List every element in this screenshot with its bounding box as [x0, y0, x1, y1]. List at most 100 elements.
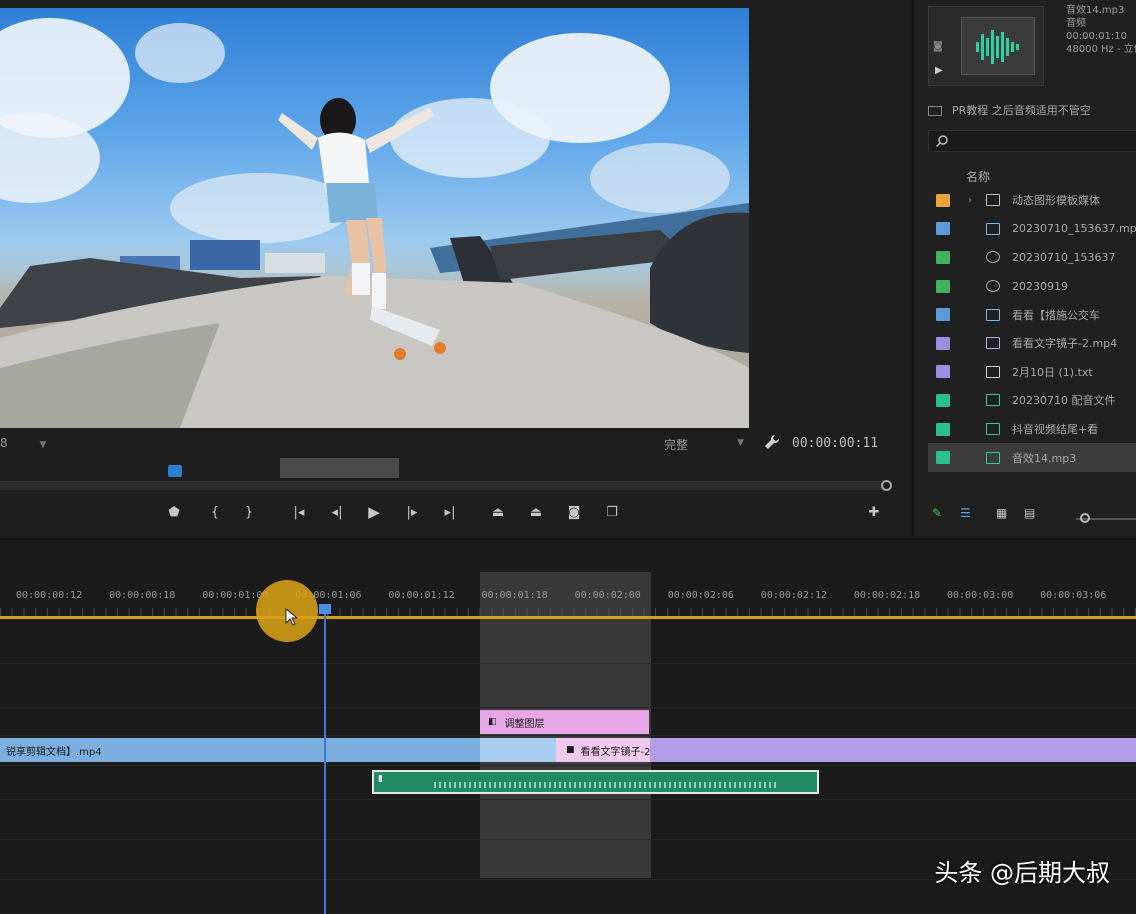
- thumbnail-zoom-knob[interactable]: [1080, 513, 1090, 523]
- label-color-swatch[interactable]: [936, 222, 950, 236]
- program-monitor: 8 ▼ 完整 ▼ 00:00:00:11 ⬟ { } |◂ ◂| ▶ |▸ ▸|…: [0, 0, 910, 536]
- extract-button[interactable]: ⏏: [525, 500, 547, 524]
- project-item[interactable]: 看看【措施公交车: [928, 300, 1136, 329]
- comparison-view-icon: ❐: [606, 504, 618, 520]
- monitor-playhead[interactable]: [168, 465, 182, 477]
- comparison-view-button[interactable]: ❐: [601, 500, 623, 524]
- clip-video-1-overlap: [480, 738, 556, 762]
- project-item[interactable]: 20230710_153637: [928, 243, 1136, 272]
- clip-video-1[interactable]: 锐享剪辑文档】.mp4: [0, 738, 556, 762]
- wrench-icon[interactable]: [764, 434, 780, 450]
- project-item[interactable]: 抖音视频结尾+看: [928, 415, 1136, 444]
- timeline-playhead-line[interactable]: [324, 610, 326, 914]
- project-item[interactable]: 2月10日 (1).txt: [928, 358, 1136, 387]
- step-forward-button[interactable]: |▸: [401, 500, 423, 524]
- project-panel: ◙ ▶ 音效14.mp3 音频 00:00:01:10 48000 Hz - 立…: [912, 0, 1136, 536]
- program-video-frame: [0, 8, 749, 428]
- project-item-label: 20230710_153637.mp4: [1012, 222, 1136, 236]
- label-color-swatch[interactable]: [936, 336, 950, 350]
- ruler-tick-label: 00:00:01:18: [481, 590, 548, 601]
- label-color-swatch[interactable]: [936, 365, 950, 379]
- label-color-swatch[interactable]: [936, 422, 950, 436]
- label-color-swatch[interactable]: [936, 250, 950, 264]
- icon-view-icon[interactable]: ▦: [996, 506, 1007, 520]
- bin-path-label: PR教程 之后音频适用不管空: [952, 104, 1091, 117]
- search-icon: [935, 135, 948, 148]
- clip-video-2-label: 看看文字镜子-2.mp4: [580, 746, 650, 758]
- expand-arrow-icon[interactable]: ›: [962, 195, 978, 206]
- mark-in-button[interactable]: {: [204, 500, 226, 524]
- timeline-playhead-handle[interactable]: [319, 604, 331, 614]
- add-marker-button[interactable]: ⬟: [163, 500, 185, 524]
- ruler-tick-label: 00:00:03:00: [947, 590, 1014, 601]
- watermark-text: 头条 @后期大叔: [934, 859, 1110, 887]
- project-item-label: 2月10日 (1).txt: [1012, 365, 1093, 379]
- go-to-in-icon: |◂: [293, 504, 305, 520]
- clip-audio-sfx[interactable]: ▮: [372, 770, 819, 794]
- mark-out-button[interactable]: }: [238, 500, 260, 524]
- playback-resolution-value: 完整: [664, 438, 689, 452]
- fx-badge-icon: ■: [566, 745, 575, 755]
- clip-icon: [986, 280, 1000, 293]
- marker-icon: ⬟: [168, 504, 180, 520]
- project-item[interactable]: 20230919: [928, 272, 1136, 301]
- video-file-icon: [986, 337, 1000, 350]
- zoom-level-select[interactable]: 8 ▼: [0, 436, 46, 450]
- go-to-out-button[interactable]: ▸|: [439, 500, 461, 524]
- playback-resolution-select[interactable]: 完整 ▼: [664, 436, 748, 453]
- label-color-swatch[interactable]: [936, 393, 950, 407]
- clip-adjustment-layer-label: 调整图层: [504, 718, 545, 730]
- clip-info: 音效14.mp3 音频 00:00:01:10 48000 Hz - 立体声: [1066, 4, 1136, 56]
- go-to-in-button[interactable]: |◂: [288, 500, 310, 524]
- clip-video-2[interactable]: ■ 看看文字镜子-2.mp4: [556, 738, 650, 762]
- label-color-swatch[interactable]: [936, 451, 950, 465]
- lift-button[interactable]: ⏏: [487, 500, 509, 524]
- program-timecode[interactable]: 00:00:00:11: [792, 436, 878, 451]
- clip-preview-thumbnail[interactable]: ◙ ▶: [928, 6, 1044, 86]
- project-search-input[interactable]: [928, 130, 1136, 152]
- ruler-tick-label: 00:00:01:12: [388, 590, 455, 601]
- clip-adjustment-layer[interactable]: ◧ 调整图层: [480, 710, 649, 734]
- audio-file-icon: [986, 451, 1000, 464]
- time-ruler[interactable]: 00:00:00:12 00:00:00:18 00:00:01:00 00:00:0…: [0, 572, 1136, 618]
- play-icon: ▶: [368, 503, 380, 521]
- export-frame-button[interactable]: ◙: [563, 500, 585, 524]
- ruler-tick-label: 00:00:00:12: [16, 590, 83, 601]
- track-a2: [0, 800, 1136, 840]
- zoom-level-value: 8: [0, 436, 8, 450]
- project-item-label: 20230710_153637: [1012, 250, 1116, 264]
- project-item[interactable]: 音效14.mp3: [928, 443, 1136, 472]
- work-area-bar[interactable]: [0, 616, 1136, 619]
- play-button[interactable]: ▶: [363, 500, 385, 524]
- project-toolbar: ✎ ☰ ▦ ▤: [928, 504, 1136, 526]
- scrub-end-handle[interactable]: [881, 480, 892, 491]
- step-back-button[interactable]: ◂|: [326, 500, 348, 524]
- preview-play-icon[interactable]: ▶: [935, 65, 943, 76]
- project-item[interactable]: 20230710_153637.mp4: [928, 215, 1136, 244]
- ruler-ticks: [0, 608, 1136, 616]
- project-item[interactable]: 看看文字镜子-2.mp4: [928, 329, 1136, 358]
- list-view-icon[interactable]: ☰: [960, 506, 971, 520]
- ruler-tick-label: 00:00:02:06: [667, 590, 734, 601]
- pencil-icon[interactable]: ✎: [932, 506, 942, 520]
- project-item[interactable]: 20230710 配音文件: [928, 386, 1136, 415]
- label-color-swatch[interactable]: [936, 193, 950, 207]
- label-color-swatch[interactable]: [936, 308, 950, 322]
- project-item-label: 音效14.mp3: [1012, 451, 1077, 465]
- project-item-label: 看看【措施公交车: [1012, 308, 1100, 322]
- project-item[interactable]: › 动态图形模板媒体: [928, 186, 1136, 215]
- ruler-tick-label: 00:00:00:18: [109, 590, 176, 601]
- label-color-swatch[interactable]: [936, 279, 950, 293]
- clip-info-name: 音效14.mp3: [1066, 5, 1125, 16]
- waveform-icon: [976, 30, 1019, 64]
- audio-waveform: [434, 782, 777, 788]
- monitor-scrub-bar[interactable]: [0, 481, 882, 490]
- transport-controls: ⬟ { } |◂ ◂| ▶ |▸ ▸| ⏏ ⏏ ◙ ❐ ✚: [0, 500, 910, 528]
- poster-frame-icon[interactable]: ◙: [933, 41, 943, 52]
- track-v3: [0, 620, 1136, 664]
- button-editor-button[interactable]: ✚: [863, 500, 885, 524]
- clip-info-type: 音频: [1066, 18, 1086, 29]
- clip-video-2-continued[interactable]: [650, 738, 1136, 762]
- column-header-name[interactable]: 名称: [966, 168, 990, 185]
- freeform-view-icon[interactable]: ▤: [1024, 506, 1035, 520]
